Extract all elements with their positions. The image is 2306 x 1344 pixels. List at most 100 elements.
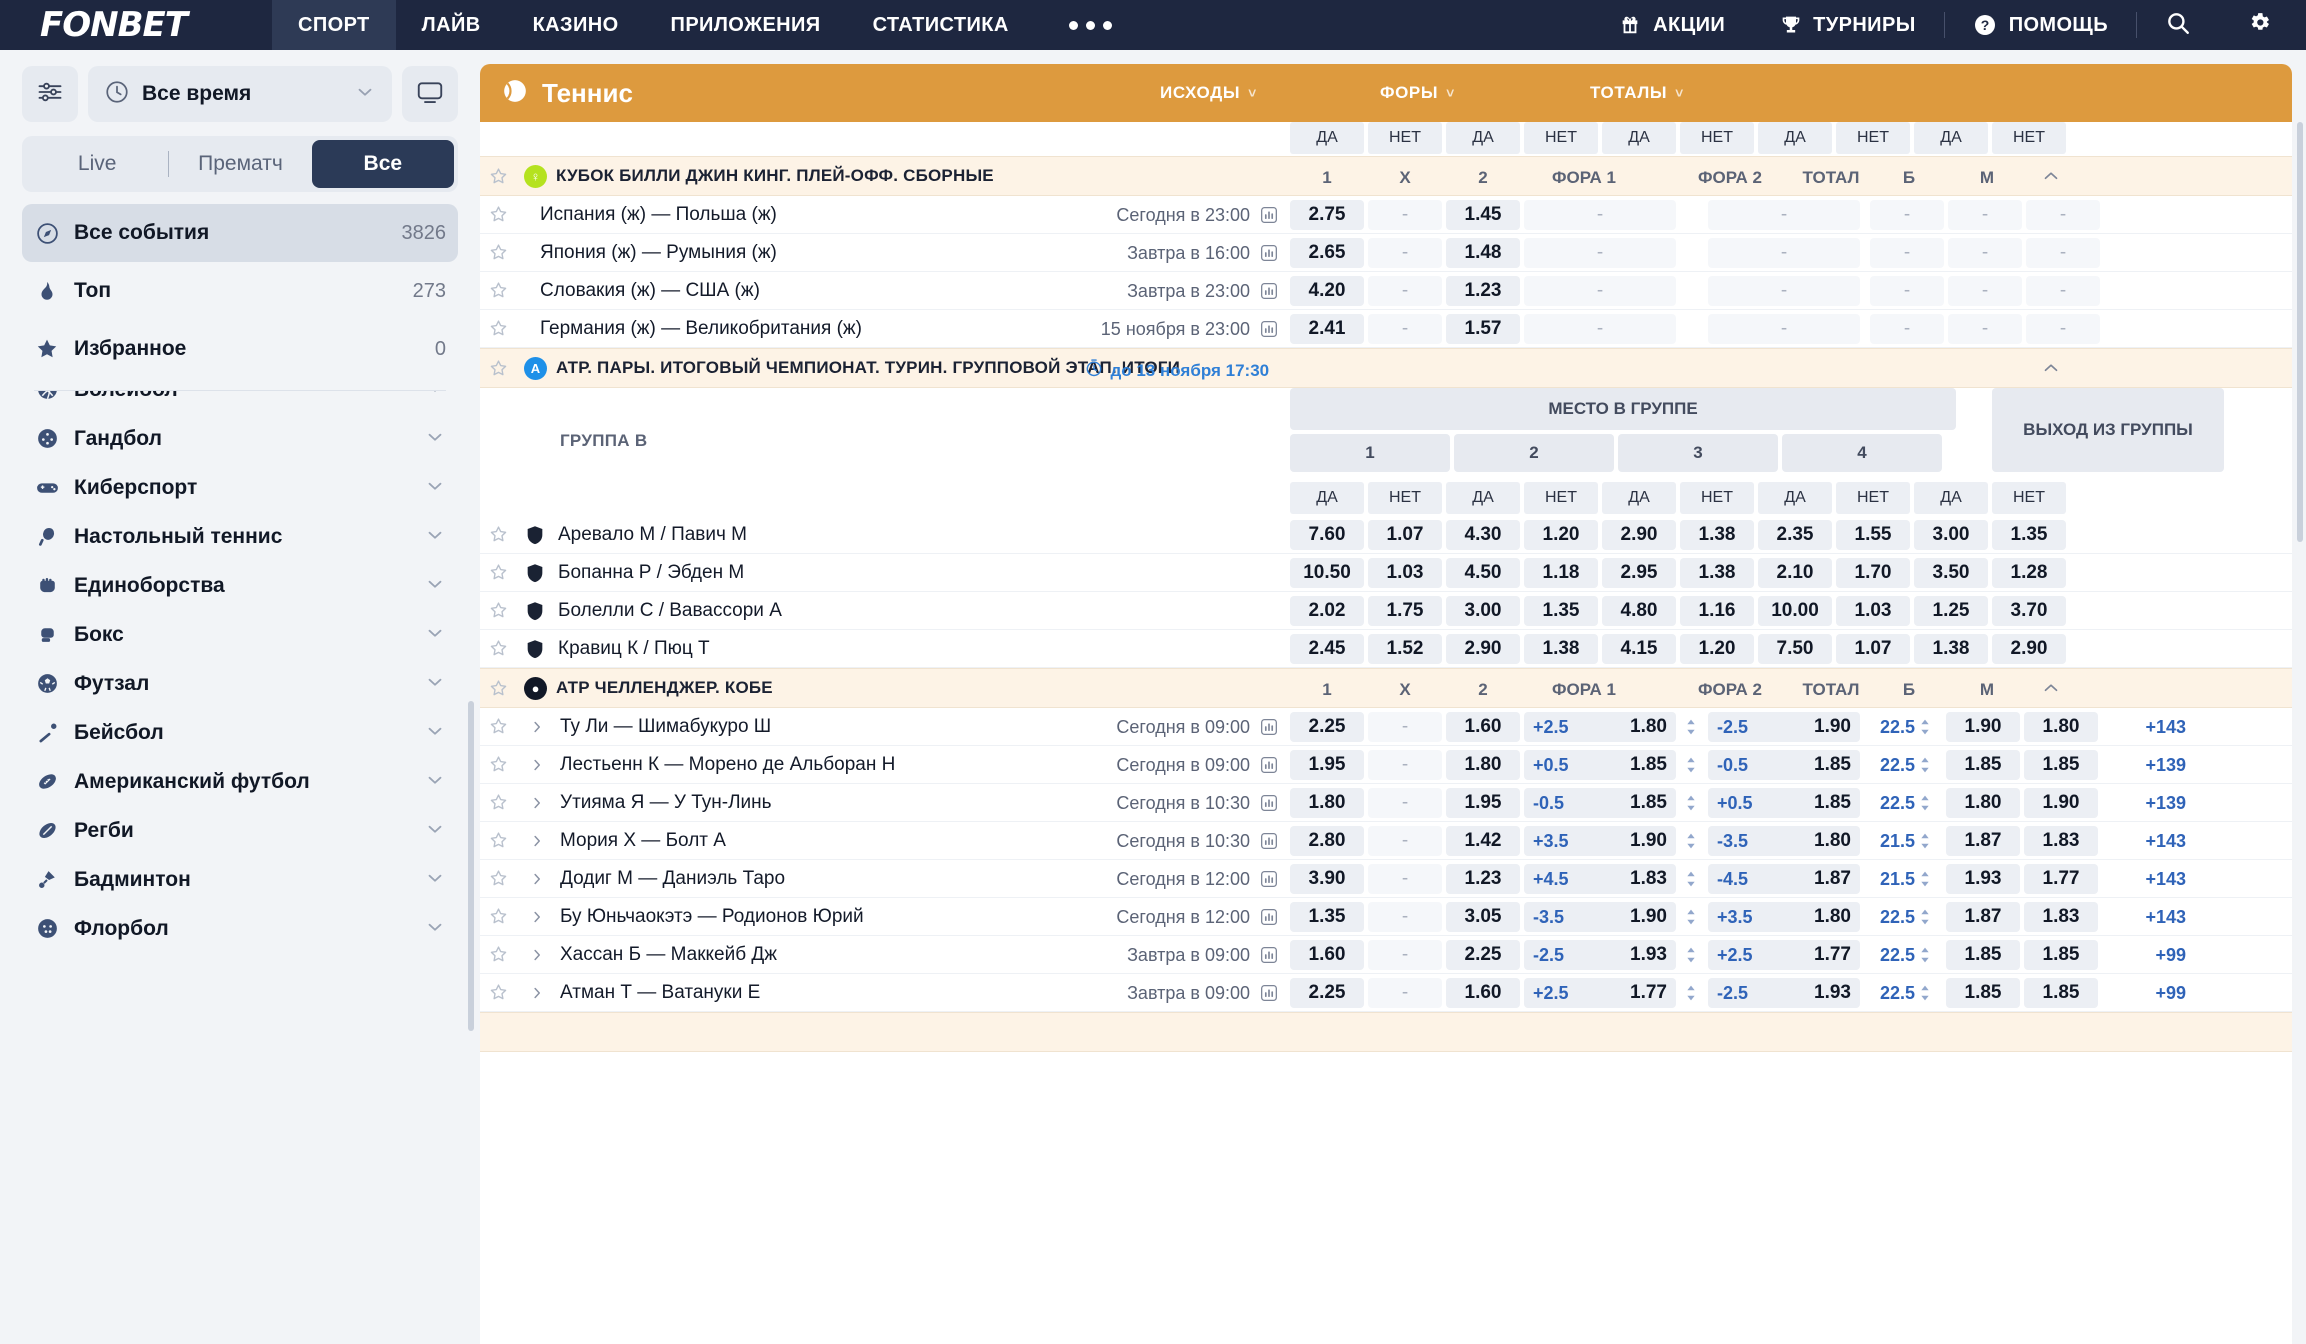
- tournament-header[interactable]: ♀ КУБОК БИЛЛИ ДЖИН КИНГ. ПЛЕЙ-ОФФ. СБОРНЫ…: [480, 156, 2292, 196]
- odd-over[interactable]: 1.93: [1946, 864, 2020, 894]
- odd-button[interactable]: 1.28: [1992, 558, 2066, 588]
- total-value[interactable]: 22.5: [1870, 788, 1942, 818]
- settings-button[interactable]: [2219, 0, 2306, 50]
- odd-home[interactable]: 1.80: [1290, 788, 1364, 818]
- help-button[interactable]: ? ПОМОЩЬ: [1945, 0, 2136, 50]
- odd-button[interactable]: 10.00: [1758, 596, 1832, 626]
- chevron-down-icon[interactable]: [424, 769, 446, 795]
- favorite-star-icon[interactable]: [488, 524, 518, 545]
- more-markets-link[interactable]: +139: [2106, 793, 2186, 814]
- odd-home[interactable]: 2.25: [1290, 978, 1364, 1008]
- odd-home[interactable]: 1.60: [1290, 940, 1364, 970]
- chevron-down-icon[interactable]: [424, 867, 446, 893]
- odd-under[interactable]: -: [2026, 276, 2100, 306]
- total-spinner-icon[interactable]: [1918, 830, 1932, 852]
- more-markets-link[interactable]: +143: [2106, 831, 2186, 852]
- odd-away[interactable]: 1.42: [1446, 826, 1520, 856]
- chevron-down-icon[interactable]: [424, 622, 446, 648]
- odd-button[interactable]: 7.50: [1758, 634, 1832, 664]
- bar-chart-icon[interactable]: [1258, 754, 1282, 781]
- odd-button[interactable]: 3.00: [1446, 596, 1520, 626]
- favorite-star-icon[interactable]: [488, 982, 518, 1003]
- collapse-toggle-icon[interactable]: [2040, 357, 2080, 384]
- total-value[interactable]: 22.5: [1870, 978, 1942, 1008]
- favorite-star-icon[interactable]: [488, 716, 518, 737]
- odd-away[interactable]: 1.60: [1446, 712, 1520, 742]
- sidebar-item-7[interactable]: Бейсбол: [22, 708, 458, 757]
- odd-over[interactable]: 1.87: [1946, 902, 2020, 932]
- odd-button[interactable]: 1.52: [1368, 634, 1442, 664]
- odd-draw[interactable]: -: [1368, 788, 1442, 818]
- odd-under[interactable]: -: [2026, 314, 2100, 344]
- odd-button[interactable]: 1.03: [1836, 596, 1910, 626]
- odd-under[interactable]: 1.77: [2024, 864, 2098, 894]
- odd-button[interactable]: 4.50: [1446, 558, 1520, 588]
- odd-away[interactable]: 3.05: [1446, 902, 1520, 932]
- bar-chart-icon[interactable]: [1258, 982, 1282, 1009]
- search-button[interactable]: [2137, 0, 2219, 50]
- tournament-header[interactable]: ● АТР ЧЕЛЛЕНДЖЕР. КОБЕ 1 X 2 ФОРА 1 ФОРА 2 ТОТА…: [480, 668, 2292, 708]
- odd-over[interactable]: -: [1948, 314, 2022, 344]
- odd-handicap-1[interactable]: +0.5 1.85: [1524, 750, 1676, 780]
- odd-handicap-2[interactable]: -3.5 1.80: [1708, 826, 1860, 856]
- odd-draw[interactable]: -: [1368, 978, 1442, 1008]
- odd-home[interactable]: 2.25: [1290, 712, 1364, 742]
- odd-button[interactable]: 2.95: [1602, 558, 1676, 588]
- odd-under[interactable]: 1.85: [2024, 978, 2098, 1008]
- total-spinner-icon[interactable]: [1918, 792, 1932, 814]
- odd-total[interactable]: -: [1870, 238, 1944, 268]
- market-group-totals[interactable]: ТОТАЛЫ ˅: [1590, 83, 1684, 103]
- nav-item-1[interactable]: ЛАЙВ: [396, 0, 507, 50]
- more-menu-button[interactable]: [1035, 0, 1146, 50]
- odd-away[interactable]: 1.23: [1446, 276, 1520, 306]
- odd-button[interactable]: 1.38: [1914, 634, 1988, 664]
- odd-button[interactable]: 1.07: [1836, 634, 1910, 664]
- odd-draw[interactable]: -: [1368, 940, 1442, 970]
- odd-away[interactable]: 1.95: [1446, 788, 1520, 818]
- time-filter-dropdown[interactable]: Все время: [88, 66, 392, 122]
- odd-handicap-2[interactable]: -2.5 1.90: [1708, 712, 1860, 742]
- favorite-star-icon[interactable]: [488, 754, 518, 775]
- odd-draw[interactable]: -: [1368, 276, 1442, 306]
- chevron-down-icon[interactable]: [424, 916, 446, 942]
- expand-row-icon[interactable]: [528, 756, 552, 779]
- odd-button[interactable]: 3.70: [1992, 596, 2066, 626]
- odd-button[interactable]: 1.20: [1680, 634, 1754, 664]
- odd-total[interactable]: -: [1870, 314, 1944, 344]
- bar-chart-icon[interactable]: [1258, 868, 1282, 895]
- odd-handicap-1[interactable]: -: [1524, 314, 1676, 344]
- odd-draw[interactable]: -: [1368, 712, 1442, 742]
- odd-draw[interactable]: -: [1368, 826, 1442, 856]
- odd-handicap-2[interactable]: -4.5 1.87: [1708, 864, 1860, 894]
- odd-button[interactable]: 7.60: [1290, 520, 1364, 550]
- odd-over[interactable]: 1.85: [1946, 750, 2020, 780]
- odd-draw[interactable]: -: [1368, 902, 1442, 932]
- odd-button[interactable]: 2.90: [1446, 634, 1520, 664]
- sidebar-item-9[interactable]: Регби: [22, 806, 458, 855]
- segment-prematch[interactable]: Прематч: [169, 140, 311, 188]
- market-group-handicaps[interactable]: ФОРЫ ˅: [1380, 83, 1455, 103]
- chevron-down-icon[interactable]: [424, 426, 446, 452]
- expand-row-icon[interactable]: [528, 832, 552, 855]
- odd-handicap-1[interactable]: +2.5 1.80: [1524, 712, 1676, 742]
- handicap-spinner-icon[interactable]: [1682, 792, 1700, 814]
- total-value[interactable]: 22.5: [1870, 940, 1942, 970]
- odd-handicap-2[interactable]: +0.5 1.85: [1708, 788, 1860, 818]
- promotions-button[interactable]: АКЦИИ: [1591, 0, 1753, 50]
- bar-chart-icon[interactable]: [1258, 944, 1282, 971]
- favorite-star-icon[interactable]: [488, 280, 518, 301]
- odd-under[interactable]: 1.80: [2024, 712, 2098, 742]
- odd-button[interactable]: 3.00: [1914, 520, 1988, 550]
- sidebar-item-0[interactable]: Волейбол: [22, 391, 458, 414]
- odd-button[interactable]: 3.50: [1914, 558, 1988, 588]
- more-markets-link[interactable]: +99: [2106, 983, 2186, 1004]
- odd-button[interactable]: 1.38: [1524, 634, 1598, 664]
- tournament-header-partial[interactable]: [480, 1012, 2292, 1052]
- odd-over[interactable]: 1.90: [1946, 712, 2020, 742]
- odd-draw[interactable]: -: [1368, 864, 1442, 894]
- expand-row-icon[interactable]: [528, 946, 552, 969]
- sidebar-item-all-events[interactable]: Все события 3826: [22, 204, 458, 262]
- market-group-outcomes[interactable]: ИСХОДЫ ˅: [1160, 83, 1257, 103]
- sidebar-item-6[interactable]: Футзал: [22, 659, 458, 708]
- odd-button[interactable]: 2.90: [1992, 634, 2066, 664]
